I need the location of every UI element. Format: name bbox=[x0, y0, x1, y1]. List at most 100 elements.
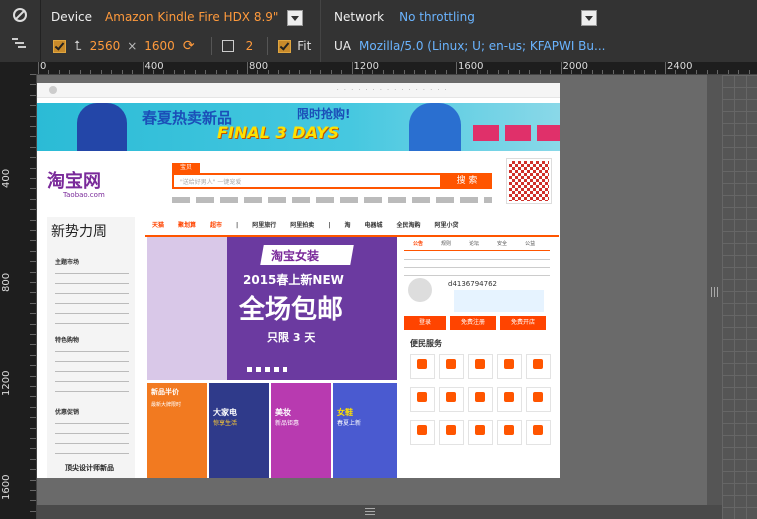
promo-tile-2[interactable]: 大家电 惊享生活 bbox=[209, 383, 269, 478]
ruler-tick-minor bbox=[633, 70, 635, 74]
disable-emulation-icon[interactable] bbox=[13, 8, 27, 22]
nav-item[interactable]: 全民淘购 bbox=[390, 217, 428, 235]
service-icon[interactable] bbox=[439, 387, 464, 412]
ruler-tick-minor bbox=[121, 70, 123, 74]
nav-item[interactable]: 超市 bbox=[203, 217, 229, 235]
nav-item[interactable]: 阿里小贷 bbox=[428, 217, 466, 235]
nav-item[interactable]: 天猫 bbox=[145, 217, 171, 235]
promo-tile-3[interactable]: 美妆 新品钜惠 bbox=[271, 383, 331, 478]
notice-tab[interactable]: 安全 bbox=[488, 238, 516, 250]
network-select-value[interactable]: No throttling bbox=[399, 10, 475, 24]
notice-tab[interactable]: 公告 bbox=[404, 238, 432, 250]
service-icon[interactable] bbox=[497, 420, 522, 445]
device-dropdown-icon[interactable] bbox=[287, 10, 303, 26]
nav-item[interactable]: 电器城 bbox=[358, 217, 390, 235]
nav-item[interactable]: 聚划算 bbox=[171, 217, 203, 235]
fit-checkbox[interactable] bbox=[278, 39, 292, 53]
horizontal-ruler: 0 400 800 1200 1600 2000 2400 bbox=[36, 62, 757, 75]
ruler-tick-minor bbox=[309, 70, 311, 74]
promo-tile-4[interactable]: 女鞋 春夏上新 bbox=[333, 383, 397, 478]
ruler-tick-minor bbox=[100, 70, 102, 74]
hot-search-links[interactable] bbox=[172, 197, 492, 203]
ruler-tick-minor bbox=[90, 70, 92, 74]
ruler-tick-minor bbox=[30, 157, 36, 159]
nav-item: | bbox=[328, 222, 331, 229]
resolution-checkbox[interactable] bbox=[53, 39, 66, 53]
sidebar-links-3[interactable] bbox=[55, 419, 129, 455]
register-button[interactable]: 免费注册 bbox=[450, 316, 496, 330]
ruler-label-h: 1200 bbox=[353, 62, 379, 72]
ruler-tick-minor bbox=[30, 271, 36, 273]
banner-model-left bbox=[77, 103, 127, 151]
network-dropdown-icon[interactable] bbox=[581, 10, 597, 26]
sidebar-links-1[interactable] bbox=[55, 269, 129, 327]
promo-banner[interactable]: 春夏热卖新品 FINAL 3 DAYS 限时抢购! bbox=[37, 103, 560, 151]
banner-model bbox=[147, 237, 227, 380]
ruler-tick-minor bbox=[675, 70, 677, 74]
sidebar-bottom-link[interactable]: 顶尖设计师新品 bbox=[65, 463, 114, 473]
service-icon[interactable] bbox=[410, 420, 435, 445]
service-icon[interactable] bbox=[468, 420, 493, 445]
nav-item[interactable]: 阿里旅行 bbox=[245, 217, 283, 235]
ruler-tick-minor bbox=[591, 70, 593, 74]
service-icon[interactable] bbox=[468, 387, 493, 412]
carousel-dots[interactable] bbox=[247, 367, 287, 372]
resolution-icon: ⮤ bbox=[74, 38, 82, 54]
service-icon[interactable] bbox=[410, 387, 435, 412]
login-buttons: 登录 免费注册 免费开店 bbox=[404, 316, 546, 330]
main-carousel-banner[interactable]: 淘宝女装 2015春上新NEW 全场包邮 只限 3 天 bbox=[147, 237, 397, 380]
swap-dimensions-icon[interactable]: ⟳ bbox=[183, 38, 195, 54]
service-icon[interactable] bbox=[439, 420, 464, 445]
ruler-tick-minor bbox=[623, 70, 625, 74]
drawer-toggle-icon[interactable] bbox=[12, 38, 26, 50]
ruler-tick-minor bbox=[351, 70, 353, 74]
ruler-tick-minor bbox=[194, 70, 196, 74]
service-icon[interactable] bbox=[526, 420, 551, 445]
resize-handle-horizontal[interactable] bbox=[37, 505, 722, 519]
nav-item[interactable]: 淘 bbox=[337, 217, 357, 235]
height-input[interactable]: 1600 bbox=[144, 39, 175, 53]
login-button[interactable]: 登录 bbox=[404, 316, 446, 330]
notice-list[interactable] bbox=[404, 255, 550, 279]
ruler-tick-minor bbox=[654, 70, 656, 74]
device-select-value[interactable]: Amazon Kindle Fire HDX 8.9" bbox=[105, 10, 278, 24]
ruler-label-v: 1200 bbox=[1, 370, 12, 396]
promo-tile-1[interactable]: 新品半价 最新大牌限时 bbox=[147, 383, 207, 478]
notice-tab[interactable]: 论坛 bbox=[460, 238, 488, 250]
ruler-tick-minor bbox=[247, 70, 248, 74]
device-section: Device Amazon Kindle Fire HDX 8.9" ⮤ 256… bbox=[41, 0, 321, 62]
open-shop-button[interactable]: 免费开店 bbox=[500, 316, 546, 330]
ruler-tick-minor bbox=[30, 386, 36, 387]
search-button[interactable]: 搜 索 bbox=[442, 173, 492, 189]
sidebar-section-3: 优惠促销 bbox=[55, 409, 80, 416]
ruler-tick-minor bbox=[30, 510, 36, 512]
resize-handle-vertical[interactable] bbox=[707, 75, 722, 505]
width-input[interactable]: 2560 bbox=[90, 39, 121, 53]
sidebar-links-2[interactable] bbox=[55, 347, 129, 397]
main-nav: 天猫 聚划算 超市 | 阿里旅行 阿里拍卖 | 淘电器城 全民淘购 阿里小贷 bbox=[145, 217, 559, 237]
ruler-label-h: 1600 bbox=[458, 62, 484, 72]
qr-code bbox=[506, 158, 552, 204]
search-input[interactable]: "送给好男人" 一键宠爱 bbox=[172, 173, 442, 189]
ruler-tick-minor bbox=[706, 70, 708, 74]
ruler-tick-minor bbox=[30, 479, 36, 481]
user-avatar[interactable] bbox=[408, 278, 432, 302]
pixel-ratio-input[interactable]: 2 bbox=[246, 39, 254, 53]
category-sidebar: 新势力周 主题市场 特色购物 优惠促销 顶尖设计师新品 bbox=[47, 217, 135, 478]
ua-input[interactable]: Mozilla/5.0 (Linux; U; en-us; KFAPWI Bu.… bbox=[359, 39, 605, 53]
site-logo[interactable]: 淘宝网 bbox=[47, 167, 101, 193]
service-icon[interactable] bbox=[497, 354, 522, 379]
notice-tab[interactable]: 规则 bbox=[432, 238, 460, 250]
service-icon[interactable] bbox=[410, 354, 435, 379]
service-icon[interactable] bbox=[526, 354, 551, 379]
service-icon[interactable] bbox=[526, 387, 551, 412]
ruler-tick-minor bbox=[30, 136, 36, 138]
notice-tab[interactable]: 公益 bbox=[516, 238, 544, 250]
service-icon[interactable] bbox=[439, 354, 464, 379]
nav-item[interactable]: 阿里拍卖 bbox=[283, 217, 321, 235]
search-tab-baobei[interactable]: 宝贝 bbox=[172, 163, 200, 173]
ruler-tick-minor bbox=[152, 70, 154, 74]
service-icon[interactable] bbox=[468, 354, 493, 379]
toolbar-left-icons bbox=[0, 0, 41, 62]
service-icon[interactable] bbox=[497, 387, 522, 412]
